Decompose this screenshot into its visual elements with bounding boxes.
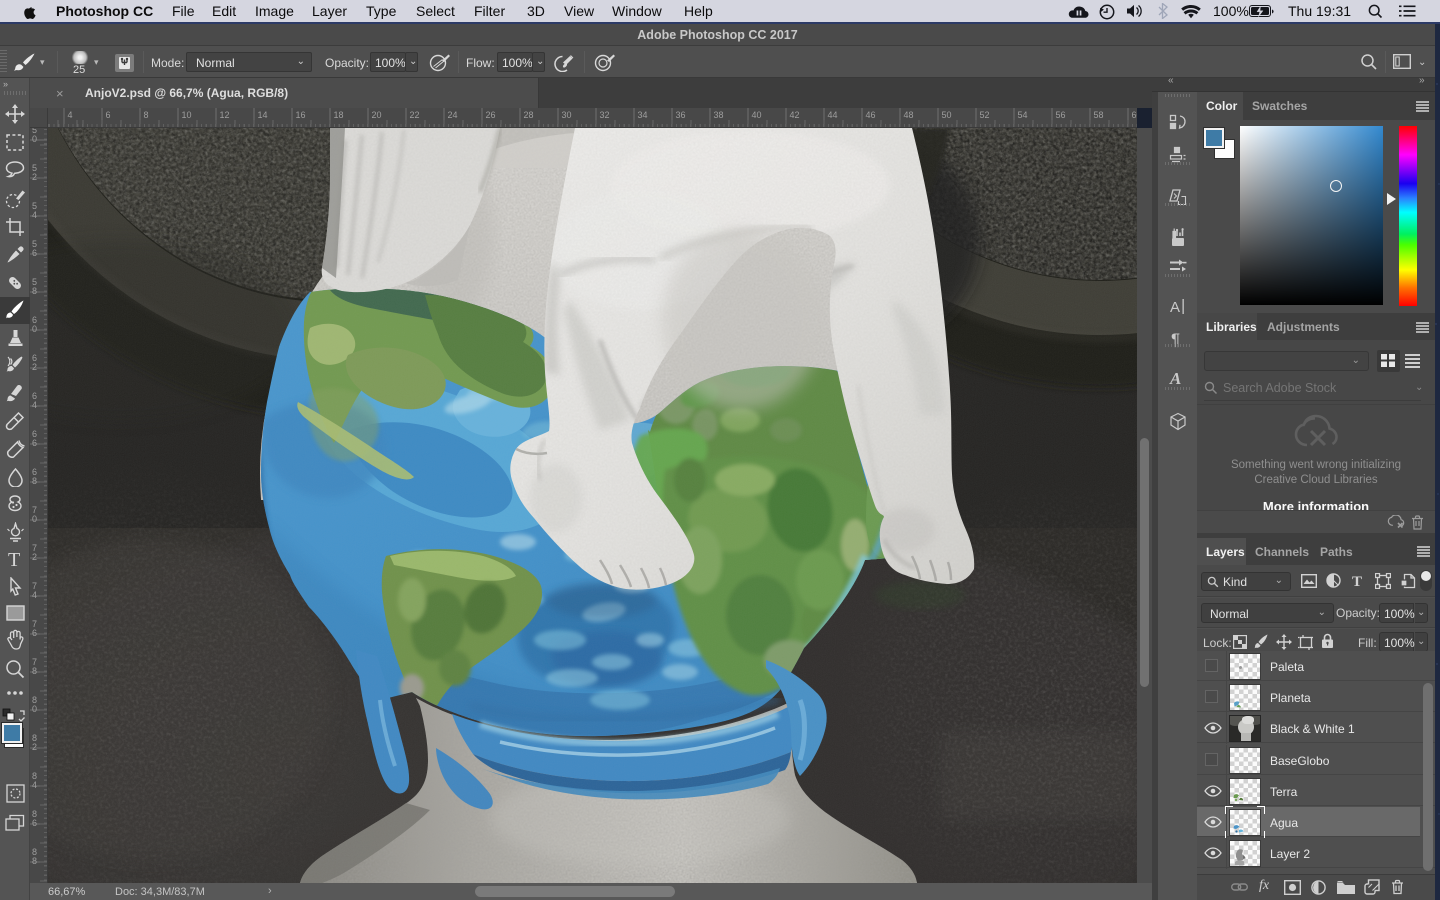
svg-text:A: A: [1170, 299, 1180, 315]
svg-text:T: T: [8, 549, 20, 571]
svg-text:T: T: [1352, 574, 1362, 588]
svg-text:A: A: [1169, 369, 1181, 387]
